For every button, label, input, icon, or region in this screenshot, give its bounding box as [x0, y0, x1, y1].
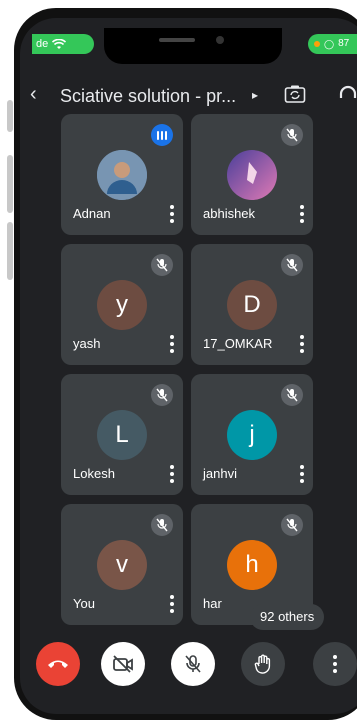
participant-tile[interactable]: Adnan: [61, 114, 183, 235]
back-arrow-icon[interactable]: ‹: [30, 83, 37, 106]
avatar-initial: y: [97, 280, 147, 330]
camera-toggle-button[interactable]: [101, 642, 145, 686]
participant-tile[interactable]: y yash: [61, 244, 183, 365]
more-vert-icon[interactable]: [299, 465, 305, 483]
raise-hand-icon: [254, 654, 271, 674]
mic-off-icon: [281, 384, 303, 406]
participant-name: yash: [73, 336, 101, 351]
more-vert-icon[interactable]: [169, 205, 175, 223]
meeting-title[interactable]: Sciative solution - pr...: [60, 86, 236, 107]
avatar-initial: D: [227, 280, 277, 330]
participant-name: 17_OMKAR: [203, 336, 273, 351]
mic-off-icon: [281, 514, 303, 536]
privacy-indicator-dot: [314, 41, 320, 47]
status-left-text: de: [36, 38, 49, 50]
mic-off-icon: [281, 124, 303, 146]
audio-output-icon[interactable]: [338, 84, 357, 106]
notch-speaker: [159, 38, 195, 42]
participant-name: janhvi: [203, 466, 237, 481]
phone-side-button: [7, 100, 13, 132]
phone-frame: de ◯ 87 ‹ Sciative solution - pr... ▸ Ad…: [14, 8, 357, 720]
meeting-header: ‹ Sciative solution - pr... ▸: [20, 78, 357, 112]
participant-tile[interactable]: abhishek: [191, 114, 313, 235]
mic-toggle-button[interactable]: [171, 642, 215, 686]
profile-photo: [227, 150, 277, 200]
participant-name: Adnan: [73, 206, 111, 221]
avatar-initial: v: [97, 540, 147, 590]
switch-camera-icon[interactable]: [284, 84, 306, 104]
participant-tile[interactable]: D 17_OMKAR: [191, 244, 313, 365]
participant-name: You: [73, 596, 95, 611]
avatar-initial: h: [227, 540, 277, 590]
participant-name: abhishek: [203, 206, 256, 221]
more-vert-icon[interactable]: [299, 205, 305, 223]
profile-photo: [97, 150, 147, 200]
more-vert-icon[interactable]: [169, 465, 175, 483]
battery-percent: 87: [338, 38, 350, 49]
participant-tile[interactable]: L Lokesh: [61, 374, 183, 495]
participant-name: Lokesh: [73, 466, 115, 481]
status-bar-right: ◯ 87: [308, 34, 357, 54]
speaking-indicator-icon: [151, 124, 173, 146]
wifi-icon: [52, 38, 67, 49]
mic-off-icon: [281, 254, 303, 276]
more-vert-icon: [333, 655, 337, 673]
video-off-icon: [113, 655, 133, 673]
mic-off-icon: [151, 384, 173, 406]
more-vert-icon[interactable]: [169, 595, 175, 613]
call-end-icon: [48, 660, 68, 668]
mic-off-icon: [151, 514, 173, 536]
notch-camera: [216, 36, 224, 44]
avatar-initial: L: [97, 410, 147, 460]
phone-volume-down-button: [7, 222, 13, 280]
meet-screen: de ◯ 87 ‹ Sciative solution - pr... ▸ Ad…: [20, 18, 357, 714]
avatar: [97, 150, 147, 200]
others-count-chip[interactable]: 92 others: [250, 604, 325, 630]
phone-volume-up-button: [7, 155, 13, 213]
more-options-button[interactable]: [313, 642, 357, 686]
battery-icon: ◯: [324, 39, 335, 49]
participant-tile[interactable]: j janhvi: [191, 374, 313, 495]
more-vert-icon[interactable]: [169, 335, 175, 353]
participant-name: har: [203, 596, 222, 611]
more-vert-icon[interactable]: [299, 335, 305, 353]
status-bar-left: de: [32, 34, 94, 54]
mic-off-icon: [151, 254, 173, 276]
mic-off-icon: [185, 655, 201, 673]
chevron-right-icon[interactable]: ▸: [252, 88, 258, 102]
participant-tile-self[interactable]: v You: [61, 504, 183, 625]
phone-notch: [104, 28, 282, 64]
avatar-initial: j: [227, 410, 277, 460]
raise-hand-button[interactable]: [241, 642, 285, 686]
end-call-button[interactable]: [36, 642, 80, 686]
avatar: [227, 150, 277, 200]
